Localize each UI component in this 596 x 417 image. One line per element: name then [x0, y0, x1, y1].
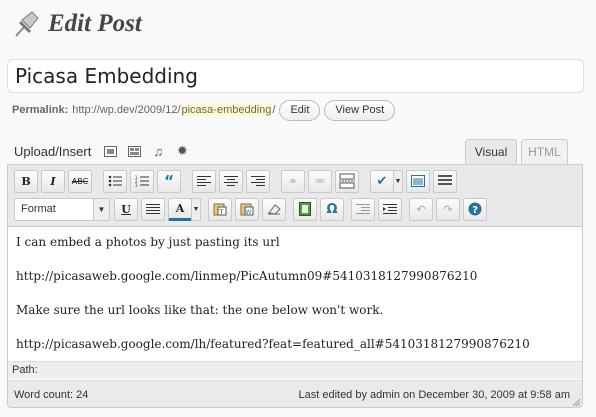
editor-content[interactable]: I can embed a photos by just pasting its… [16, 235, 576, 371]
fullscreen-icon[interactable] [406, 169, 430, 193]
bullet-list-button[interactable] [103, 169, 127, 193]
svg-text:3: 3 [135, 183, 138, 187]
toolbar-row-2: Format ▼ U A ▼ T W Ω ↶ ↷ ? [14, 197, 490, 221]
svg-text:?: ? [472, 205, 478, 216]
post-title-input[interactable]: Picasa Embedding [7, 59, 584, 93]
toolbar-row-1: B I ABC 123 “ ⚭ ⚮ ✔ ▼ [14, 169, 460, 193]
permalink-slug[interactable]: picasa-embedding [180, 104, 273, 116]
justify-button[interactable] [141, 197, 165, 221]
indent-icon[interactable] [378, 197, 402, 221]
upload-insert-label: Upload/Insert [14, 143, 92, 159]
media-buttons: Upload/Insert ♫ ✹ [14, 140, 189, 162]
align-left-button[interactable] [192, 169, 216, 193]
permalink-url-suffix: / [272, 104, 276, 116]
permalink-row: Permalink: http://wp.dev/2009/12/ picasa… [12, 99, 396, 121]
last-edited: Last edited by admin on December 30, 200… [298, 389, 570, 401]
outdent-icon[interactable] [351, 197, 375, 221]
add-audio-icon[interactable]: ♫ [151, 144, 165, 159]
permalink-label: Permalink: [12, 104, 69, 116]
edit-permalink-button[interactable]: Edit [279, 99, 321, 121]
format-select-value: Format [21, 203, 56, 215]
special-character-icon[interactable]: Ω [320, 197, 344, 221]
insert-more-button[interactable] [335, 169, 359, 193]
text-color-dropdown-arrow[interactable]: ▼ [191, 197, 201, 221]
kitchen-sink-icon[interactable] [433, 169, 457, 193]
unlink-icon[interactable]: ⚮ [308, 169, 332, 193]
resize-handle-icon[interactable] [571, 397, 581, 407]
numbered-list-button[interactable]: 123 [130, 169, 154, 193]
spellcheck-icon[interactable]: ✔ [370, 169, 394, 193]
italic-button[interactable]: I [41, 169, 65, 193]
content-paragraph: Make sure the url looks like that: the o… [16, 303, 384, 317]
page-title: Edit Post [48, 10, 142, 37]
bold-button[interactable]: B [14, 169, 38, 193]
spellcheck-dropdown-arrow[interactable]: ▼ [393, 169, 403, 193]
align-right-button[interactable] [246, 169, 270, 193]
tab-html[interactable]: HTML [521, 139, 568, 164]
page-header: Edit Post [8, 6, 142, 42]
content-paragraph: http://picasaweb.google.com/lh/featured?… [16, 337, 530, 351]
add-media-icon[interactable]: ✹ [175, 143, 189, 158]
path-label: Path: [12, 364, 38, 376]
text-color-button[interactable]: A [168, 197, 192, 221]
redo-icon[interactable]: ↷ [436, 197, 460, 221]
editor-toolbar: B I ABC 123 “ ⚭ ⚮ ✔ ▼ Format ▼ U A ▼ T W… [8, 165, 582, 227]
link-icon[interactable]: ⚭ [281, 169, 305, 193]
add-video-icon[interactable] [127, 144, 141, 158]
blockquote-button[interactable]: “ [157, 169, 181, 193]
pushpin-icon [8, 6, 44, 42]
permalink-url-prefix: http://wp.dev/2009/12/ [72, 104, 181, 116]
insert-media-icon[interactable] [293, 197, 317, 221]
post-editor: B I ABC 123 “ ⚭ ⚮ ✔ ▼ Format ▼ U A ▼ T W… [7, 164, 583, 408]
underline-button[interactable]: U [114, 197, 138, 221]
add-image-icon[interactable] [103, 144, 117, 158]
view-post-button[interactable]: View Post [324, 99, 396, 121]
undo-icon[interactable]: ↶ [409, 197, 433, 221]
path-bar: Path: [8, 361, 582, 379]
strikethrough-button[interactable]: ABC [68, 169, 92, 193]
format-select[interactable]: Format ▼ [14, 197, 110, 221]
align-center-button[interactable] [219, 169, 243, 193]
remove-format-icon[interactable] [262, 197, 286, 221]
content-paragraph: http://picasaweb.google.com/linmep/PicAu… [16, 269, 478, 283]
chevron-down-icon: ▼ [93, 198, 109, 220]
status-bar: Word count: 24 Last edited by admin on D… [8, 380, 582, 407]
paste-text-icon[interactable]: T [208, 197, 232, 221]
tab-visual[interactable]: Visual [465, 139, 517, 164]
content-paragraph: I can embed a photos by just pasting its… [16, 235, 280, 249]
svg-text:T: T [219, 209, 224, 216]
svg-text:W: W [246, 209, 252, 216]
help-icon[interactable]: ? [463, 197, 487, 221]
word-count: Word count: 24 [14, 389, 89, 401]
paste-word-icon[interactable]: W [235, 197, 259, 221]
